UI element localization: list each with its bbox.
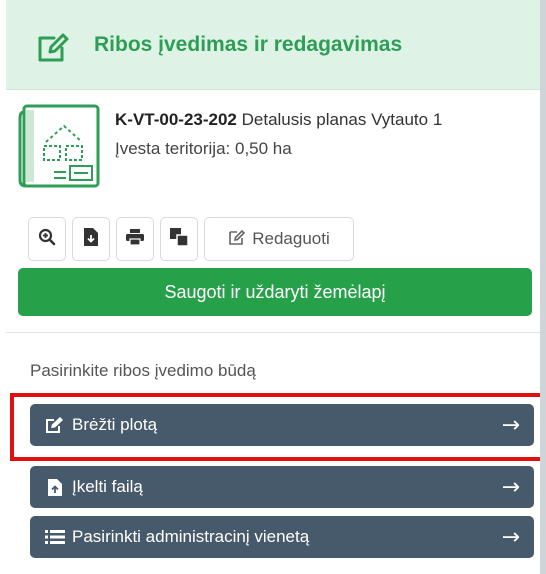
edit-button-label: Redaguoti: [252, 229, 330, 248]
plan-area: Įvesta teritorija: 0,50 ha: [115, 139, 292, 158]
boundary-entry-panel: Ribos įvedimas ir redagavimas K-VT-00-23…: [0, 0, 546, 574]
download-button[interactable]: [72, 217, 110, 261]
list-icon: [44, 528, 66, 546]
copy-icon: [170, 227, 189, 251]
draw-area-button[interactable]: Brėžti plotą →: [30, 404, 534, 446]
plan-document-icon: [18, 102, 102, 190]
plan-code: K-VT-00-23-202: [115, 110, 237, 129]
plan-title: K-VT-00-23-202 Detalusis planas Vytauto …: [115, 110, 442, 130]
panel-right-border: [540, 0, 546, 574]
edit-square-icon: [36, 30, 70, 64]
zoom-button[interactable]: [28, 217, 66, 261]
save-and-close-button[interactable]: Saugoti ir uždaryti žemėlapį: [18, 268, 532, 316]
draw-icon: [44, 416, 66, 434]
method-section-label: Pasirinkite ribos įvedimo būdą: [30, 361, 256, 380]
plan-description: Detalusis planas Vytauto 1: [241, 110, 443, 129]
page-title: Ribos įvedimas ir redagavimas: [94, 33, 403, 56]
plan-info: K-VT-00-23-202 Detalusis planas Vytauto …: [18, 102, 538, 194]
toolbar: Redaguoti: [28, 217, 354, 261]
select-admin-unit-button[interactable]: Pasirinkti administracinį vienetą →: [30, 516, 534, 558]
file-download-icon: [84, 227, 98, 251]
copy-button[interactable]: [160, 217, 198, 261]
print-button[interactable]: [116, 217, 154, 261]
arrow-right-icon: →: [501, 412, 520, 438]
zoom-icon: [38, 228, 56, 251]
edit-button[interactable]: Redaguoti: [204, 217, 354, 261]
panel-header: Ribos įvedimas ir redagavimas: [6, 0, 540, 90]
print-icon: [126, 228, 144, 250]
select-admin-unit-label: Pasirinkti administracinį vienetą: [72, 527, 310, 546]
edit-icon: [228, 228, 246, 251]
upload-file-label: Įkelti failą: [72, 477, 143, 496]
arrow-right-icon: →: [501, 524, 520, 550]
divider: [6, 332, 540, 333]
file-upload-icon: [44, 478, 66, 496]
upload-file-button[interactable]: Įkelti failą →: [30, 466, 534, 508]
arrow-right-icon: →: [501, 474, 520, 500]
draw-area-label: Brėžti plotą: [72, 415, 158, 434]
